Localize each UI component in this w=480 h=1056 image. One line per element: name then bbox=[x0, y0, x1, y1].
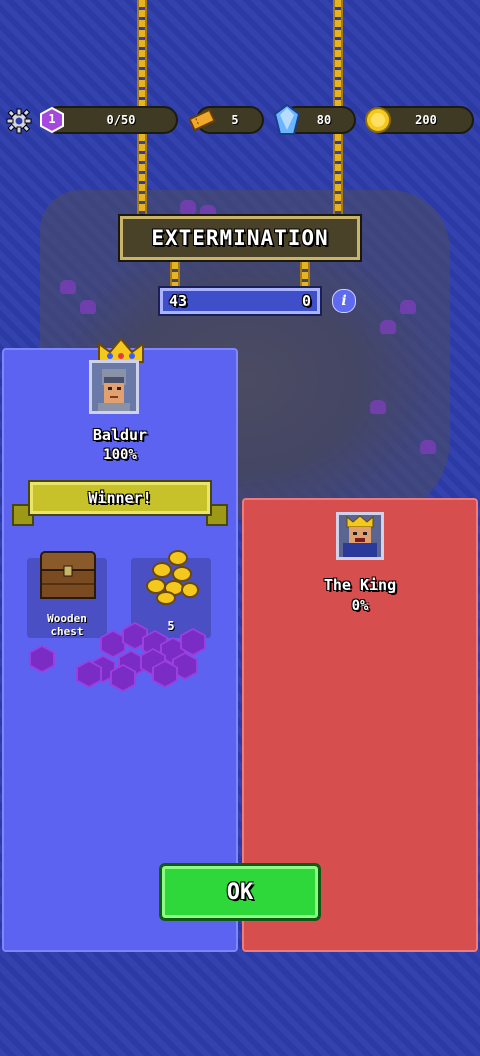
ok-button-label: OK bbox=[226, 879, 254, 905]
reward-chest-label: Wooden chest bbox=[47, 612, 87, 638]
gold-value: 200 bbox=[415, 113, 437, 127]
the-king-avatar bbox=[336, 512, 384, 560]
gold-coin-icon bbox=[364, 106, 392, 138]
game-mode-banner: EXTERMINATION bbox=[118, 214, 362, 262]
xp-value: 0/50 bbox=[106, 113, 136, 127]
chain-score-left bbox=[170, 262, 180, 290]
chain-mid-left bbox=[137, 134, 147, 218]
winner-label: Winner! bbox=[88, 489, 152, 507]
level-value: 1 bbox=[48, 112, 56, 126]
gold-coins-icon bbox=[144, 548, 200, 610]
score-left: 43 bbox=[169, 292, 188, 310]
info-symbol: i bbox=[341, 293, 347, 309]
loser-name: The King bbox=[323, 576, 397, 594]
ok-button[interactable]: OK bbox=[159, 863, 321, 921]
loser-percent: 0% bbox=[351, 598, 369, 614]
chain-score-right bbox=[300, 262, 310, 290]
tickets-value: 5 bbox=[231, 113, 239, 127]
score-right: 0 bbox=[301, 292, 311, 310]
baldur-avatar bbox=[89, 360, 139, 414]
gem-icon bbox=[273, 103, 301, 140]
winner-percent: 100% bbox=[103, 447, 137, 463]
info-icon[interactable]: i bbox=[332, 289, 356, 313]
score-bar: 43 0 bbox=[158, 286, 322, 316]
winner-ribbon: Winner! bbox=[28, 480, 212, 516]
wooden-chest-icon bbox=[38, 550, 98, 606]
chain-mid-right bbox=[333, 134, 343, 218]
ticket-icon bbox=[188, 108, 216, 136]
xp-bar: 0/50 bbox=[44, 106, 178, 134]
level-badge-icon: 1 bbox=[40, 106, 64, 134]
gems-value: 80 bbox=[316, 113, 332, 127]
winner-name: Baldur bbox=[92, 426, 148, 444]
game-mode-title: EXTERMINATION bbox=[151, 226, 329, 250]
chain-top-left bbox=[137, 0, 147, 110]
settings-gear-icon[interactable] bbox=[6, 108, 32, 134]
chain-top-right bbox=[333, 0, 343, 110]
